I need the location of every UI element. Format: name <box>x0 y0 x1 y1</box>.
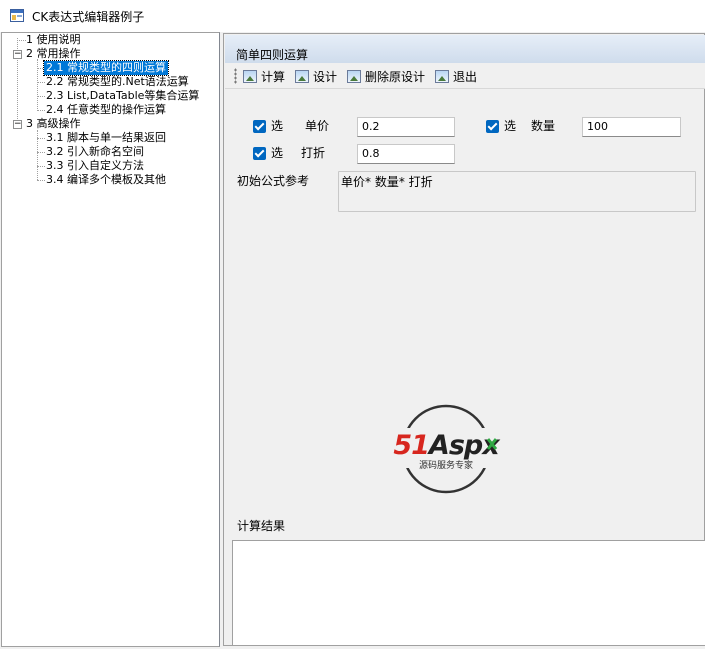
calculate-button[interactable]: 计算 <box>243 67 285 85</box>
tree-connector <box>37 166 45 167</box>
discount-label: 打折 <box>301 146 326 160</box>
delete-design-button[interactable]: 删除原设计 <box>347 67 425 85</box>
tree-node-collection-ops[interactable]: 2.3 List,DataTable等集合运算 <box>46 89 199 103</box>
tree-node-script-single-result[interactable]: 3.1 脚本与单一结果返回 <box>46 131 166 145</box>
tree-connector <box>37 59 38 111</box>
design-label: 设计 <box>313 69 338 84</box>
tree-node-basic-arithmetic[interactable]: 2.1 常规类型的四则运算 <box>43 60 169 76</box>
tree-node-new-namespace[interactable]: 3.2 引入新命名空间 <box>46 145 144 159</box>
discount-input[interactable]: 0.8 <box>357 144 455 164</box>
app-icon <box>10 9 24 22</box>
tree-connector <box>37 152 45 153</box>
panel-header: 简单四则运算 <box>225 35 705 63</box>
svg-text:51Aspx: 51Aspx <box>393 430 501 461</box>
quantity-label: 数量 <box>531 119 556 133</box>
tree-node-usage[interactable]: 1 使用说明 <box>26 33 81 47</box>
design-button[interactable]: 设计 <box>295 67 337 85</box>
exit-button[interactable]: 退出 <box>435 67 477 85</box>
image-icon <box>435 69 449 83</box>
initial-formula-text: 单价* 数量* 打折 <box>341 175 433 189</box>
image-icon <box>347 69 361 83</box>
discount-select-label: 选 <box>271 146 284 160</box>
result-label: 计算结果 <box>237 519 286 533</box>
initial-formula-box: 单价* 数量* 打折 <box>338 171 696 212</box>
tree-node-common-ops[interactable]: 2 常用操作 <box>26 47 81 61</box>
tree-node-advanced-ops[interactable]: 3 高级操作 <box>26 117 81 131</box>
toolbar: 计算 设计 删除原设计 退出 <box>225 63 705 89</box>
tree-node-dotnet-syntax[interactable]: 2.2 常规类型的.Net语法运算 <box>46 75 189 89</box>
panel-title: 简单四则运算 <box>236 48 309 62</box>
toolbar-grip[interactable] <box>234 68 237 84</box>
quantity-select-label: 选 <box>504 119 517 133</box>
tree-connector <box>37 96 45 97</box>
image-icon <box>295 69 309 83</box>
discount-checkbox[interactable] <box>253 147 266 160</box>
expander-collapse-icon[interactable]: − <box>13 120 22 129</box>
51aspx-logo: 51Aspx 源码服务专家 <box>384 404 508 494</box>
title-bar: CK表达式编辑器例子 <box>0 0 705 32</box>
expander-collapse-icon[interactable]: − <box>13 50 22 59</box>
tree-connector <box>37 180 45 181</box>
tree-connector <box>17 40 26 41</box>
tree-connector <box>37 110 45 111</box>
window-title: CK表达式编辑器例子 <box>32 10 145 24</box>
calculate-label: 计算 <box>261 69 286 84</box>
tree-node-multi-template[interactable]: 3.4 编译多个模板及其他 <box>46 173 166 187</box>
unit-price-input[interactable]: 0.2 <box>357 117 455 137</box>
unit-price-label: 单价 <box>305 119 330 133</box>
result-textarea[interactable] <box>232 540 705 646</box>
initial-formula-label: 初始公式参考 <box>237 174 310 188</box>
logo-slogan: 源码服务专家 <box>419 459 473 471</box>
exit-label: 退出 <box>453 69 478 84</box>
tree-node-custom-method[interactable]: 3.3 引入自定义方法 <box>46 159 144 173</box>
delete-design-label: 删除原设计 <box>365 69 426 84</box>
image-icon <box>243 69 257 83</box>
content-panel: 简单四则运算 计算 设计 删除原设计 退出 选 单价 0.2 选 数量 100 … <box>223 33 705 646</box>
quantity-checkbox[interactable] <box>486 120 499 133</box>
quantity-input[interactable]: 100 <box>582 117 681 137</box>
tree-view[interactable]: − − 1 使用说明 2 常用操作 2.1 常规类型的四则运算 2.2 常规类型… <box>1 32 220 647</box>
unit-price-select-label: 选 <box>271 119 284 133</box>
tree-connector <box>37 138 45 139</box>
tree-node-any-type-ops[interactable]: 2.4 任意类型的操作运算 <box>46 103 166 117</box>
tree-connector <box>37 82 45 83</box>
unit-price-checkbox[interactable] <box>253 120 266 133</box>
